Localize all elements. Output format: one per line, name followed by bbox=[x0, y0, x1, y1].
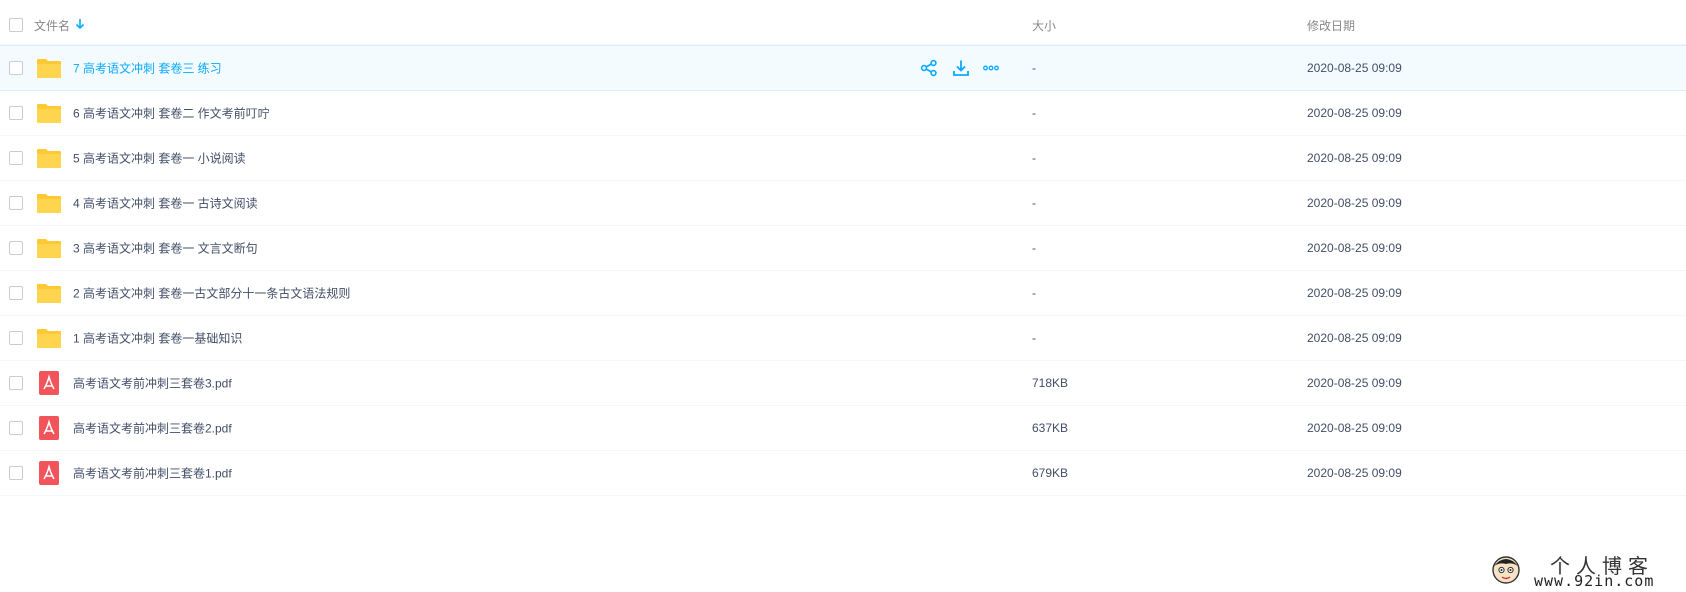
row-checkbox[interactable] bbox=[9, 376, 23, 390]
file-name[interactable]: 1 高考语文冲刺 套卷一基础知识 bbox=[73, 330, 242, 347]
file-size: - bbox=[1032, 241, 1036, 255]
column-header-name[interactable]: 文件名 bbox=[34, 17, 70, 34]
folder-icon bbox=[37, 104, 61, 123]
pdf-file-icon bbox=[39, 416, 59, 440]
file-size: - bbox=[1032, 151, 1036, 165]
file-row[interactable]: 高考语文考前冲刺三套卷2.pdf 637KB 2020-08-25 09:09 bbox=[0, 406, 1686, 451]
file-size: 637KB bbox=[1032, 421, 1069, 435]
column-header-date[interactable]: 修改日期 bbox=[1307, 17, 1355, 34]
row-checkbox[interactable] bbox=[9, 151, 23, 165]
file-row[interactable]: 高考语文考前冲刺三套卷1.pdf 679KB 2020-08-25 09:09 bbox=[0, 451, 1686, 496]
file-modified-date: 2020-08-25 09:09 bbox=[1307, 61, 1402, 75]
select-all-checkbox[interactable] bbox=[9, 18, 23, 32]
file-list-header: 文件名 大小 修改日期 bbox=[0, 0, 1686, 45]
file-name[interactable]: 5 高考语文冲刺 套卷一 小说阅读 bbox=[73, 150, 246, 167]
row-checkbox[interactable] bbox=[9, 331, 23, 345]
file-name[interactable]: 高考语文考前冲刺三套卷2.pdf bbox=[73, 420, 232, 437]
file-modified-date: 2020-08-25 09:09 bbox=[1307, 466, 1402, 480]
row-checkbox[interactable] bbox=[9, 196, 23, 210]
more-icon[interactable] bbox=[982, 59, 1000, 77]
file-row[interactable]: 3 高考语文冲刺 套卷一 文言文断句 - 2020-08-25 09:09 bbox=[0, 226, 1686, 271]
file-size: - bbox=[1032, 331, 1036, 345]
file-name[interactable]: 3 高考语文冲刺 套卷一 文言文断句 bbox=[73, 240, 258, 257]
pdf-file-icon bbox=[39, 461, 59, 485]
file-modified-date: 2020-08-25 09:09 bbox=[1307, 196, 1402, 210]
file-size: 718KB bbox=[1032, 376, 1069, 390]
row-checkbox[interactable] bbox=[9, 286, 23, 300]
file-modified-date: 2020-08-25 09:09 bbox=[1307, 331, 1402, 345]
file-row[interactable]: 1 高考语文冲刺 套卷一基础知识 - 2020-08-25 09:09 bbox=[0, 316, 1686, 361]
file-name[interactable]: 7 高考语文冲刺 套卷三 练习 bbox=[73, 60, 222, 77]
file-modified-date: 2020-08-25 09:09 bbox=[1307, 106, 1402, 120]
file-size: - bbox=[1032, 61, 1036, 75]
file-modified-date: 2020-08-25 09:09 bbox=[1307, 286, 1402, 300]
row-checkbox[interactable] bbox=[9, 466, 23, 480]
row-checkbox[interactable] bbox=[9, 61, 23, 75]
row-checkbox[interactable] bbox=[9, 421, 23, 435]
file-size: - bbox=[1032, 286, 1036, 300]
file-row[interactable]: 7 高考语文冲刺 套卷三 练习 - 2020-08-25 09:09 bbox=[0, 45, 1686, 91]
file-name[interactable]: 6 高考语文冲刺 套卷二 作文考前叮咛 bbox=[73, 105, 270, 122]
cartoon-avatar-icon bbox=[1492, 556, 1520, 584]
file-size: 679KB bbox=[1032, 466, 1069, 480]
blog-watermark: 个人博客 www.92in.com bbox=[1490, 550, 1680, 590]
file-row[interactable]: 4 高考语文冲刺 套卷一 古诗文阅读 - 2020-08-25 09:09 bbox=[0, 181, 1686, 226]
row-checkbox[interactable] bbox=[9, 241, 23, 255]
file-row[interactable]: 2 高考语文冲刺 套卷一古文部分十一条古文语法规则 - 2020-08-25 09:… bbox=[0, 271, 1686, 316]
file-size: - bbox=[1032, 106, 1036, 120]
file-modified-date: 2020-08-25 09:09 bbox=[1307, 241, 1402, 255]
folder-icon bbox=[37, 284, 61, 303]
file-modified-date: 2020-08-25 09:09 bbox=[1307, 421, 1402, 435]
file-modified-date: 2020-08-25 09:09 bbox=[1307, 151, 1402, 165]
folder-icon bbox=[37, 194, 61, 213]
file-name[interactable]: 高考语文考前冲刺三套卷1.pdf bbox=[73, 465, 232, 482]
file-row[interactable]: 5 高考语文冲刺 套卷一 小说阅读 - 2020-08-25 09:09 bbox=[0, 136, 1686, 181]
file-list: 文件名 大小 修改日期 7 高考语文冲刺 套卷三 练习 - 2020-08-25 0… bbox=[0, 0, 1686, 496]
file-row[interactable]: 6 高考语文冲刺 套卷二 作文考前叮咛 - 2020-08-25 09:09 bbox=[0, 91, 1686, 136]
column-header-size[interactable]: 大小 bbox=[1032, 17, 1056, 34]
download-icon[interactable] bbox=[952, 59, 970, 77]
folder-icon bbox=[37, 59, 61, 78]
folder-icon bbox=[37, 149, 61, 168]
file-modified-date: 2020-08-25 09:09 bbox=[1307, 376, 1402, 390]
file-name[interactable]: 2 高考语文冲刺 套卷一古文部分十一条古文语法规则 bbox=[73, 285, 350, 302]
file-name[interactable]: 4 高考语文冲刺 套卷一 古诗文阅读 bbox=[73, 195, 258, 212]
watermark-url: www.92in.com bbox=[1534, 572, 1655, 590]
pdf-file-icon bbox=[39, 371, 59, 395]
file-row[interactable]: 高考语文考前冲刺三套卷3.pdf 718KB 2020-08-25 09:09 bbox=[0, 361, 1686, 406]
folder-icon bbox=[37, 239, 61, 258]
share-icon[interactable] bbox=[920, 59, 938, 77]
file-name[interactable]: 高考语文考前冲刺三套卷3.pdf bbox=[73, 375, 232, 392]
file-size: - bbox=[1032, 196, 1036, 210]
sort-arrow-down-icon[interactable] bbox=[75, 18, 85, 30]
row-checkbox[interactable] bbox=[9, 106, 23, 120]
folder-icon bbox=[37, 329, 61, 348]
